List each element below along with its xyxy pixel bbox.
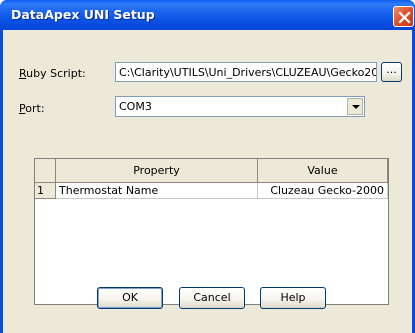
- port-label: Port:: [19, 102, 45, 115]
- row-index: 1: [35, 183, 56, 199]
- ok-button[interactable]: OK: [97, 287, 163, 309]
- property-grid[interactable]: Property Value 1 Thermostat Name Cluzeau…: [34, 158, 389, 305]
- port-combobox[interactable]: COM3: [115, 96, 365, 117]
- close-icon: [398, 11, 411, 24]
- browse-button[interactable]: ...: [381, 62, 402, 82]
- cancel-button[interactable]: Cancel: [179, 287, 245, 309]
- close-button[interactable]: [393, 6, 414, 27]
- ruby-script-value: C:\Clarity\UTILS\Uni_Drivers\CLUZEAU\Gec…: [119, 66, 376, 79]
- ok-button-label: OK: [122, 291, 138, 304]
- property-cell[interactable]: Thermostat Name: [56, 183, 258, 199]
- ruby-script-label: Ruby Script:: [19, 67, 86, 80]
- column-header-property[interactable]: Property: [56, 159, 258, 183]
- dialog-client-area: Ruby Script: C:\Clarity\UTILS\Uni_Driver…: [3, 30, 412, 333]
- value-cell[interactable]: Cluzeau Gecko-2000: [258, 183, 388, 199]
- chevron-down-icon[interactable]: [347, 98, 363, 115]
- title-bar[interactable]: DataApex UNI Setup: [0, 0, 415, 30]
- port-value: COM3: [119, 100, 152, 113]
- ruby-script-field[interactable]: C:\Clarity\UTILS\Uni_Drivers\CLUZEAU\Gec…: [115, 62, 377, 82]
- window-title: DataApex UNI Setup: [11, 7, 155, 22]
- cancel-button-label: Cancel: [193, 291, 231, 304]
- dialog-window: DataApex UNI Setup Ruby Script: C:\Clari…: [0, 0, 415, 333]
- grid-corner-header: [35, 159, 56, 183]
- browse-button-label: ...: [386, 63, 397, 76]
- help-button[interactable]: Help: [260, 287, 326, 309]
- help-button-label: Help: [280, 291, 306, 304]
- column-header-value[interactable]: Value: [258, 159, 388, 183]
